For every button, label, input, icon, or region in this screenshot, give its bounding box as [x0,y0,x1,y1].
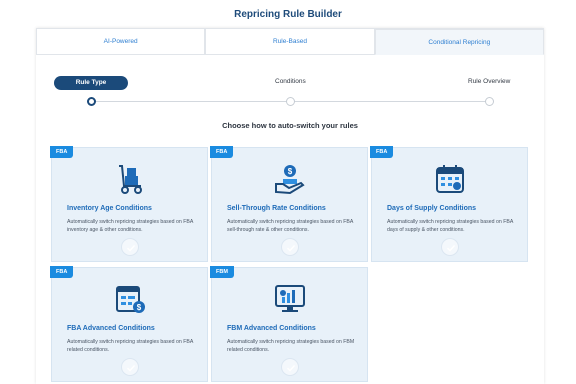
tab-rule-based[interactable]: Rule-Based [205,28,375,55]
hand-coin-icon: $ [275,165,305,195]
card-title: FBM Advanced Conditions [227,325,316,332]
document-money-icon: $ [116,286,145,313]
tab-conditional-repricing[interactable]: Conditional Repricing [374,28,544,55]
hand-truck-boxes-icon [119,165,142,194]
page: Repricing Rule Builder AI-Powered Rule-B… [0,0,576,384]
step-dot-rule-overview[interactable] [485,97,494,106]
section-subtitle: Choose how to auto-switch your rules [222,121,358,130]
card-inventory-age[interactable]: FBA Inventory Age Conditions Automatical… [50,146,208,262]
card-days-of-supply[interactable]: FBA Days of Supply Conditions Automatica… [370,146,528,262]
stepper: Rule Type Conditions Rule Overview [54,76,526,106]
card-badge: FBA [50,266,74,278]
card-title: Sell-Through Rate Conditions [227,205,326,212]
step-dot-rule-type[interactable] [87,97,96,106]
card-description: Automatically switch repricing strategie… [67,219,193,233]
card-fbm-advanced[interactable]: FBM FBM Advanced Conditions Automaticall… [210,266,368,382]
tab-bar: AI-Powered Rule-Based Conditional Repric… [36,28,544,55]
card-badge: FBA [370,146,394,158]
svg-text:$: $ [288,167,293,176]
step-conditions[interactable]: Conditions [275,78,306,85]
card-badge: FBA [50,146,74,158]
select-check-icon[interactable] [281,358,299,376]
step-rule-overview[interactable]: Rule Overview [468,78,510,85]
svg-text:$: $ [137,303,142,312]
card-badge: FBA [210,146,234,158]
card-title: Days of Supply Conditions [387,205,477,212]
card-fba-advanced[interactable]: FBA $ FBA Advanced Conditions Automatica… [50,266,208,382]
card-sell-through-rate[interactable]: FBA $ Sell-Through Rate Conditions Autom… [210,146,368,262]
card-description: Automatically switch repricing strategie… [387,219,513,233]
select-check-icon[interactable] [121,358,139,376]
select-check-icon[interactable] [281,238,299,256]
card-description: Automatically switch repricing strategie… [227,219,353,233]
card-badge: FBM [210,266,234,278]
step-dot-conditions[interactable] [286,97,295,106]
select-check-icon[interactable] [121,238,139,256]
card-title: Inventory Age Conditions [67,205,152,212]
calendar-icon [436,165,464,193]
card-title: FBA Advanced Conditions [67,325,155,332]
monitor-chart-icon [275,285,305,312]
page-title: Repricing Rule Builder [234,9,342,20]
builder-panel: AI-Powered Rule-Based Conditional Repric… [36,28,544,384]
select-check-icon[interactable] [441,238,459,256]
tab-ai-powered[interactable]: AI-Powered [36,28,206,55]
card-description: Automatically switch repricing strategie… [67,339,193,353]
card-description: Automatically switch repricing strategie… [227,339,355,353]
step-rule-type[interactable]: Rule Type [54,76,128,90]
